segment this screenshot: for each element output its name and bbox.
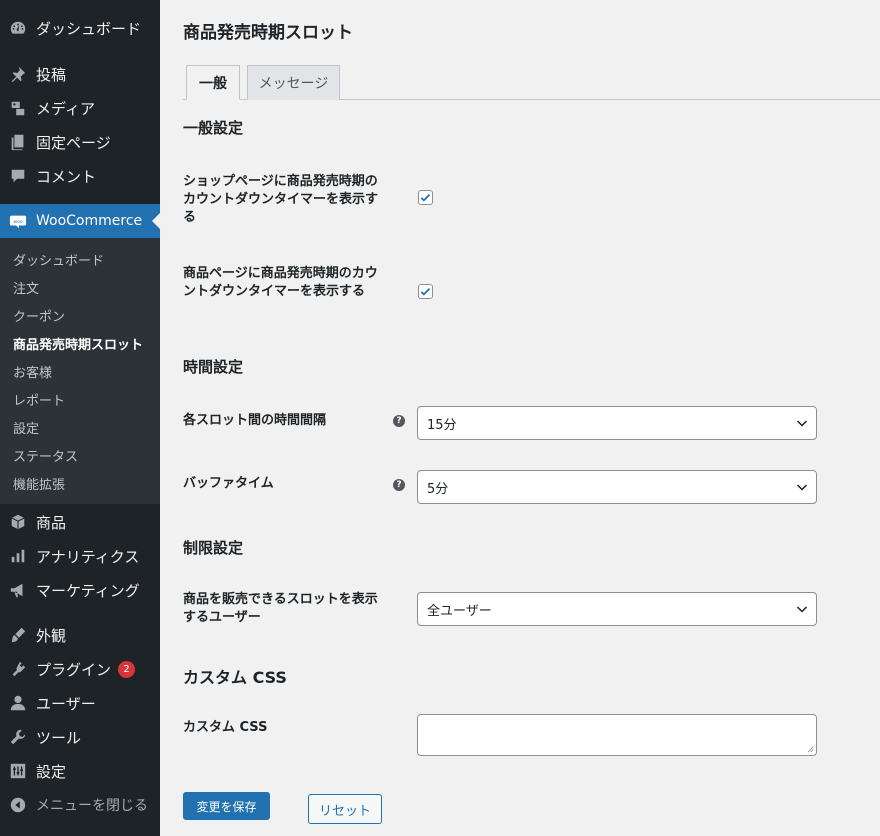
menu-plugins[interactable]: プラグイン 2 bbox=[0, 652, 160, 686]
menu-tools-label: ツール bbox=[36, 728, 82, 747]
menu-media-label: メディア bbox=[36, 99, 95, 118]
page-icon bbox=[0, 133, 36, 151]
collapse-menu-label: メニューを閉じる bbox=[36, 798, 148, 814]
interval-label: 各スロット間の時間間隔 bbox=[183, 413, 327, 428]
menu-marketing-label: マーケティング bbox=[36, 581, 140, 600]
interval-help-icon[interactable]: ? bbox=[393, 415, 405, 427]
menu-posts[interactable]: 投稿 bbox=[0, 57, 160, 91]
submenu-orders[interactable]: 注文 bbox=[13, 278, 39, 297]
menu-pages[interactable]: 固定ページ bbox=[0, 125, 160, 159]
section-time-title: 時間設定 bbox=[183, 358, 244, 376]
buffer-label: バッファタイム bbox=[183, 476, 274, 491]
buffer-help-icon[interactable]: ? bbox=[393, 479, 405, 491]
admin-sidebar: ダッシュボード 投稿 メディア 固定ページ コメント woo WooCommer… bbox=[0, 0, 160, 836]
submenu-coupons[interactable]: クーポン bbox=[13, 306, 65, 325]
buffer-select[interactable]: 5分 bbox=[417, 470, 817, 504]
plugins-update-badge: 2 bbox=[118, 660, 136, 678]
menu-plugins-label: プラグイン bbox=[36, 660, 112, 679]
woocommerce-submenu: ダッシュボード 注文 クーポン 商品発売時期スロット お客様 レポート 設定 ス… bbox=[0, 238, 160, 504]
user-icon bbox=[0, 694, 36, 712]
chevron-down-icon bbox=[796, 606, 808, 613]
product-box-icon bbox=[0, 513, 36, 531]
menu-appearance[interactable]: 外観 bbox=[0, 618, 160, 652]
users-select[interactable]: 全ユーザー bbox=[417, 592, 817, 626]
menu-analytics-label: アナリティクス bbox=[36, 547, 140, 566]
woo-icon: woo bbox=[0, 212, 36, 230]
collapse-icon bbox=[0, 796, 36, 814]
menu-dashboard[interactable]: ダッシュボード bbox=[0, 11, 160, 45]
chevron-down-icon bbox=[796, 420, 808, 427]
menu-comments-label: コメント bbox=[36, 167, 97, 186]
save-changes-button[interactable]: 変更を保存 bbox=[183, 792, 270, 820]
tab-general[interactable]: 一般 bbox=[186, 65, 240, 100]
brush-icon bbox=[0, 626, 36, 644]
section-limit-title: 制限設定 bbox=[183, 539, 244, 557]
submenu-extensions[interactable]: 機能拡張 bbox=[13, 474, 65, 493]
shop-timer-label: ショップページに商品発売時期のカウントダウンタイマーを表示する bbox=[183, 174, 379, 225]
menu-users[interactable]: ユーザー bbox=[0, 686, 160, 720]
menu-woocommerce-label: WooCommerce bbox=[36, 213, 143, 229]
menu-appearance-label: 外観 bbox=[36, 626, 67, 645]
menu-products[interactable]: 商品 bbox=[0, 505, 160, 539]
menu-marketing[interactable]: マーケティング bbox=[0, 573, 160, 607]
shop-timer-checkbox[interactable] bbox=[418, 190, 433, 205]
menu-posts-label: 投稿 bbox=[36, 65, 67, 84]
menu-dashboard-label: ダッシュボード bbox=[36, 19, 142, 38]
interval-select[interactable]: 15分 bbox=[417, 406, 817, 440]
checkmark-icon bbox=[420, 288, 431, 296]
reset-button[interactable]: リセット bbox=[308, 794, 382, 824]
menu-products-label: 商品 bbox=[36, 513, 67, 532]
checkmark-icon bbox=[420, 194, 431, 202]
comment-icon bbox=[0, 167, 36, 185]
pushpin-icon bbox=[0, 65, 36, 83]
product-timer-label: 商品ページに商品発売時期のカウントダウンタイマーを表示する bbox=[183, 266, 378, 299]
svg-text:woo: woo bbox=[13, 220, 22, 225]
submenu-dashboard[interactable]: ダッシュボード bbox=[13, 250, 104, 269]
product-timer-checkbox[interactable] bbox=[418, 284, 433, 299]
menu-analytics[interactable]: アナリティクス bbox=[0, 539, 160, 573]
submenu-status[interactable]: ステータス bbox=[13, 446, 78, 465]
menu-comments[interactable]: コメント bbox=[0, 159, 160, 193]
menu-tools[interactable]: ツール bbox=[0, 720, 160, 754]
css-label: カスタム CSS bbox=[183, 720, 268, 735]
submenu-settings[interactable]: 設定 bbox=[13, 418, 39, 437]
users-label: 商品を販売できるスロットを表示するユーザー bbox=[183, 592, 378, 625]
submenu-release-slots[interactable]: 商品発売時期スロット bbox=[13, 334, 143, 353]
dashboard-icon bbox=[0, 19, 36, 37]
media-icon bbox=[0, 99, 36, 117]
chevron-down-icon bbox=[796, 484, 808, 491]
section-general-title: 一般設定 bbox=[183, 119, 244, 137]
users-select-value: 全ユーザー bbox=[427, 603, 492, 619]
buffer-select-value: 5分 bbox=[427, 481, 449, 497]
settings-icon bbox=[0, 762, 36, 780]
menu-users-label: ユーザー bbox=[36, 694, 96, 713]
plugin-icon bbox=[0, 660, 36, 678]
collapse-menu-button[interactable]: メニューを閉じる bbox=[0, 788, 160, 822]
resize-grip-icon[interactable] bbox=[807, 746, 814, 753]
submenu-reports[interactable]: レポート bbox=[13, 390, 65, 409]
wrench-icon bbox=[0, 728, 36, 746]
megaphone-icon bbox=[0, 581, 36, 599]
custom-css-textarea[interactable] bbox=[417, 714, 817, 756]
main-content: 商品発売時期スロット 一般 メッセージ 一般設定 ショップページに商品発売時期の… bbox=[160, 0, 880, 836]
page-title: 商品発売時期スロット bbox=[183, 23, 353, 43]
menu-settings-label: 設定 bbox=[36, 762, 67, 781]
interval-select-value: 15分 bbox=[427, 417, 457, 433]
section-css-title: カスタム CSS bbox=[183, 668, 287, 687]
menu-pages-label: 固定ページ bbox=[36, 133, 111, 152]
submenu-customers[interactable]: お客様 bbox=[13, 362, 52, 381]
menu-media[interactable]: メディア bbox=[0, 91, 160, 125]
menu-settings[interactable]: 設定 bbox=[0, 754, 160, 788]
tab-messages[interactable]: メッセージ bbox=[247, 65, 340, 100]
menu-woocommerce[interactable]: woo WooCommerce bbox=[0, 204, 160, 238]
analytics-icon bbox=[0, 547, 36, 565]
